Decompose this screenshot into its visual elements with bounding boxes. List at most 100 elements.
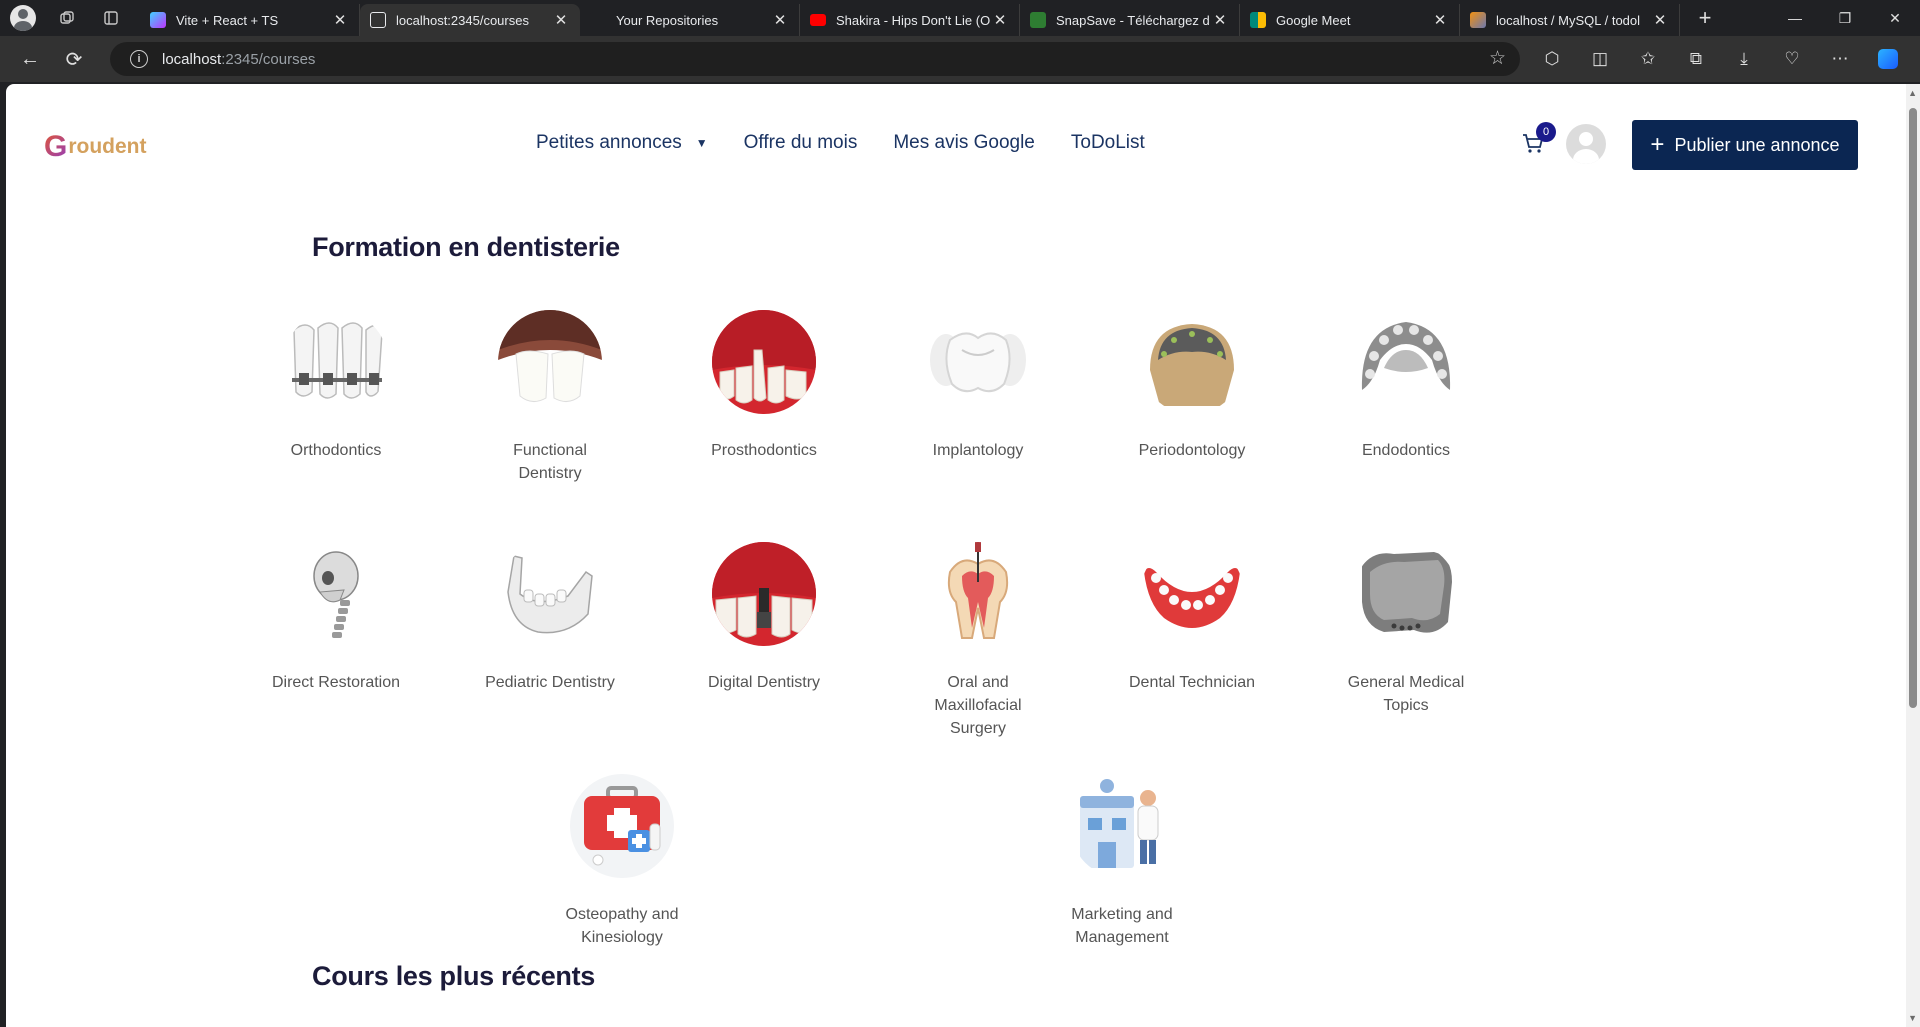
profile-icon[interactable] xyxy=(8,3,38,33)
course-label[interactable]: Marketing and Management xyxy=(1062,903,1182,949)
nav-todolist[interactable]: ToDoList xyxy=(1071,132,1145,154)
denture-icon[interactable] xyxy=(1140,542,1244,646)
site-info-icon[interactable]: i xyxy=(130,50,148,68)
upper-arch-icon[interactable] xyxy=(1354,310,1458,414)
course-label[interactable]: Endodontics xyxy=(1326,439,1486,462)
browser-essentials-icon[interactable]: ♡ xyxy=(1768,41,1816,77)
main-nav: Petites annonces ▼ Offre du mois Mes avis… xyxy=(536,132,1181,154)
course-card[interactable]: Direct Restoration xyxy=(256,542,416,694)
more-options-icon[interactable]: ⋯ xyxy=(1816,41,1864,77)
tab-phpmyadmin[interactable]: localhost / MySQL / todol ✕ xyxy=(1460,4,1680,36)
course-label[interactable]: Osteopathy and Kinesiology xyxy=(562,903,682,949)
course-label[interactable]: Digital Dentistry xyxy=(684,671,844,694)
tooth-cross-section-icon[interactable] xyxy=(926,542,1030,646)
youtube-icon xyxy=(810,14,826,26)
braces-teeth-icon[interactable] xyxy=(284,310,388,414)
course-card[interactable]: Dental Technician xyxy=(1112,542,1272,694)
downloads-icon[interactable]: ⤓ xyxy=(1720,41,1768,77)
course-card[interactable]: Prosthodontics xyxy=(684,310,844,462)
nav-offre-du-mois[interactable]: Offre du mois xyxy=(744,132,858,154)
course-card[interactable]: Periodontology xyxy=(1112,310,1272,462)
close-icon[interactable]: ✕ xyxy=(1651,11,1669,29)
nav-petites-annonces[interactable]: Petites annonces ▼ xyxy=(536,132,708,154)
course-label[interactable]: Orthodontics xyxy=(256,439,416,462)
first-aid-kit-icon[interactable] xyxy=(570,774,674,878)
publish-ad-button[interactable]: + Publier une annonce xyxy=(1632,120,1858,170)
github-icon xyxy=(590,12,606,28)
course-label[interactable]: General Medical Topics xyxy=(1346,671,1466,717)
front-teeth-icon[interactable] xyxy=(498,310,602,414)
url-host: localhost xyxy=(162,50,222,68)
new-tab-button[interactable]: + xyxy=(1688,3,1722,33)
course-card[interactable]: Marketing and Management xyxy=(1042,774,1202,949)
split-screen-icon[interactable]: ◫ xyxy=(1576,41,1624,77)
back-button[interactable]: ← xyxy=(12,41,48,77)
course-label[interactable]: Pediatric Dentistry xyxy=(470,671,630,694)
course-label[interactable]: Oral and Maxillofacial Surgery xyxy=(928,671,1028,740)
course-label[interactable]: Implantology xyxy=(898,439,1058,462)
dental-model-icon[interactable] xyxy=(1140,310,1244,414)
clinic-doctor-icon[interactable] xyxy=(1070,774,1174,878)
url-path: :2345/courses xyxy=(221,50,316,68)
close-icon[interactable]: ✕ xyxy=(1431,11,1449,29)
publish-label: Publier une annonce xyxy=(1674,134,1840,155)
jaw-icon[interactable] xyxy=(498,542,602,646)
course-card[interactable]: Osteopathy and Kinesiology xyxy=(542,774,702,949)
close-icon[interactable]: ✕ xyxy=(331,11,349,29)
close-icon[interactable]: ✕ xyxy=(552,11,570,29)
skull-icon[interactable] xyxy=(284,542,388,646)
phpmyadmin-icon xyxy=(1470,12,1486,28)
copilot-icon[interactable] xyxy=(1864,41,1912,77)
tab-actions-icon[interactable] xyxy=(96,3,126,33)
favorites-icon[interactable]: ✩ xyxy=(1624,41,1672,77)
scanned-jaw-icon[interactable] xyxy=(1354,542,1458,646)
course-card[interactable]: Oral and Maxillofacial Surgery xyxy=(898,542,1058,740)
course-card[interactable]: Endodontics xyxy=(1326,310,1486,462)
tab-snapsave[interactable]: SnapSave - Téléchargez d ✕ xyxy=(1020,4,1240,36)
nav-mes-avis-google[interactable]: Mes avis Google xyxy=(893,132,1035,154)
user-avatar[interactable] xyxy=(1566,124,1606,164)
course-label[interactable]: Prosthodontics xyxy=(684,439,844,462)
favorite-star-icon[interactable]: ☆ xyxy=(1489,47,1506,70)
collections-icon[interactable]: ⧉ xyxy=(1672,41,1720,77)
tab-label: Shakira - Hips Don't Lie (O xyxy=(836,12,991,28)
course-label[interactable]: Functional Dentistry xyxy=(500,439,600,485)
scroll-up-icon[interactable]: ▲ xyxy=(1908,88,1917,98)
workspaces-icon[interactable] xyxy=(52,3,82,33)
address-bar[interactable]: i localhost:2345/courses ☆ xyxy=(110,42,1520,76)
page-scrollbar[interactable]: ▲ ▼ xyxy=(1906,84,1920,1027)
site-header: Groudent Petites annonces ▼ Offre du mois… xyxy=(6,84,1906,204)
tab-courses[interactable]: localhost:2345/courses ✕ xyxy=(360,4,580,36)
tab-youtube[interactable]: Shakira - Hips Don't Lie (O ✕ xyxy=(800,4,1020,36)
close-icon[interactable]: ✕ xyxy=(771,11,789,29)
course-card[interactable]: General Medical Topics xyxy=(1326,542,1486,717)
close-icon[interactable]: ✕ xyxy=(991,11,1009,29)
tab-vite[interactable]: Vite + React + TS ✕ xyxy=(140,4,360,36)
tab-google-meet[interactable]: Google Meet ✕ xyxy=(1240,4,1460,36)
molar-icon[interactable] xyxy=(926,310,1030,414)
reload-button[interactable]: ⟳ xyxy=(56,41,92,77)
gum-teeth-icon[interactable] xyxy=(712,310,816,414)
download-icon xyxy=(1030,12,1046,28)
extensions-icon[interactable]: ⬡ xyxy=(1528,41,1576,77)
restore-button[interactable]: ❐ xyxy=(1820,0,1870,36)
course-card[interactable]: Orthodontics xyxy=(256,310,416,462)
implant-gum-icon[interactable] xyxy=(712,542,816,646)
minimize-button[interactable]: — xyxy=(1770,0,1820,36)
course-card[interactable]: Functional Dentistry xyxy=(470,310,630,485)
close-window-button[interactable]: ✕ xyxy=(1870,0,1920,36)
course-label[interactable]: Dental Technician xyxy=(1112,671,1272,694)
tab-repositories[interactable]: Your Repositories ✕ xyxy=(580,4,800,36)
close-icon[interactable]: ✕ xyxy=(1211,11,1229,29)
formation-title: Formation en dentisterie xyxy=(312,232,620,262)
nav-label: Petites annonces xyxy=(536,132,682,153)
course-card[interactable]: Digital Dentistry xyxy=(684,542,844,694)
scroll-down-icon[interactable]: ▼ xyxy=(1908,1013,1917,1023)
course-label[interactable]: Direct Restoration xyxy=(256,671,416,694)
course-card[interactable]: Pediatric Dentistry xyxy=(470,542,630,694)
course-card[interactable]: Implantology xyxy=(898,310,1058,462)
tab-label: SnapSave - Téléchargez d xyxy=(1056,12,1210,28)
course-label[interactable]: Periodontology xyxy=(1112,439,1272,462)
scroll-thumb[interactable] xyxy=(1909,108,1917,708)
groudent-logo[interactable]: Groudent xyxy=(44,130,147,164)
